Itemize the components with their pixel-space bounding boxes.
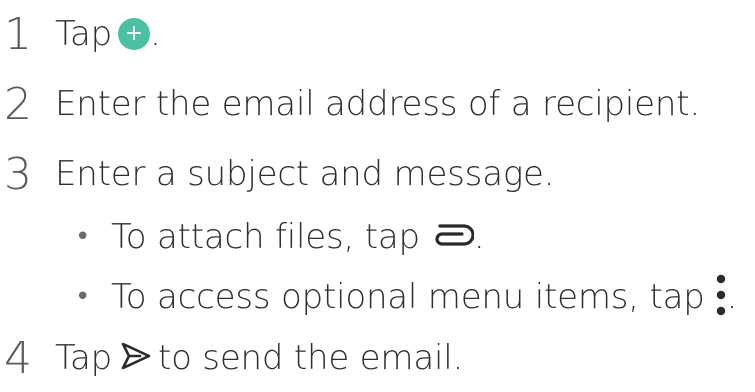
step-2: 2 Enter the email address of a recipient… <box>0 78 700 130</box>
bullet: • <box>75 282 91 312</box>
sub-item-text-before: To access optional menu items, tap <box>111 277 705 317</box>
more-options-icon <box>715 273 727 321</box>
step-text: Enter a subject and message. <box>55 154 555 194</box>
sub-item-text-after: . <box>473 217 485 257</box>
step-number: 2 <box>4 78 32 130</box>
sub-item-attach: • To attach files, tap . <box>75 212 485 262</box>
sub-item-text-before: To attach files, tap <box>111 217 420 257</box>
bullet: • <box>75 222 91 252</box>
step-number: 4 <box>4 332 32 384</box>
sub-item-menu: • To access optional menu items, tap . <box>75 270 737 324</box>
step-text-after: . <box>149 14 161 54</box>
step-text: Enter the email address of a recipient. <box>55 84 700 124</box>
sub-item-text-after: . <box>726 277 738 317</box>
step-text-after: to send the email. <box>157 338 464 378</box>
step-3: 3 Enter a subject and message. <box>0 148 555 200</box>
step-number: 3 <box>4 148 32 200</box>
step-text-before: Tap <box>55 338 112 378</box>
send-icon <box>120 341 152 375</box>
step-4: 4 Tap to send the email. <box>0 332 463 384</box>
step-1: 1 Tap + . <box>0 8 161 60</box>
step-text-before: Tap <box>55 14 112 54</box>
step-number: 1 <box>4 8 32 60</box>
attach-icon <box>428 222 475 252</box>
add-icon: + <box>117 18 150 50</box>
